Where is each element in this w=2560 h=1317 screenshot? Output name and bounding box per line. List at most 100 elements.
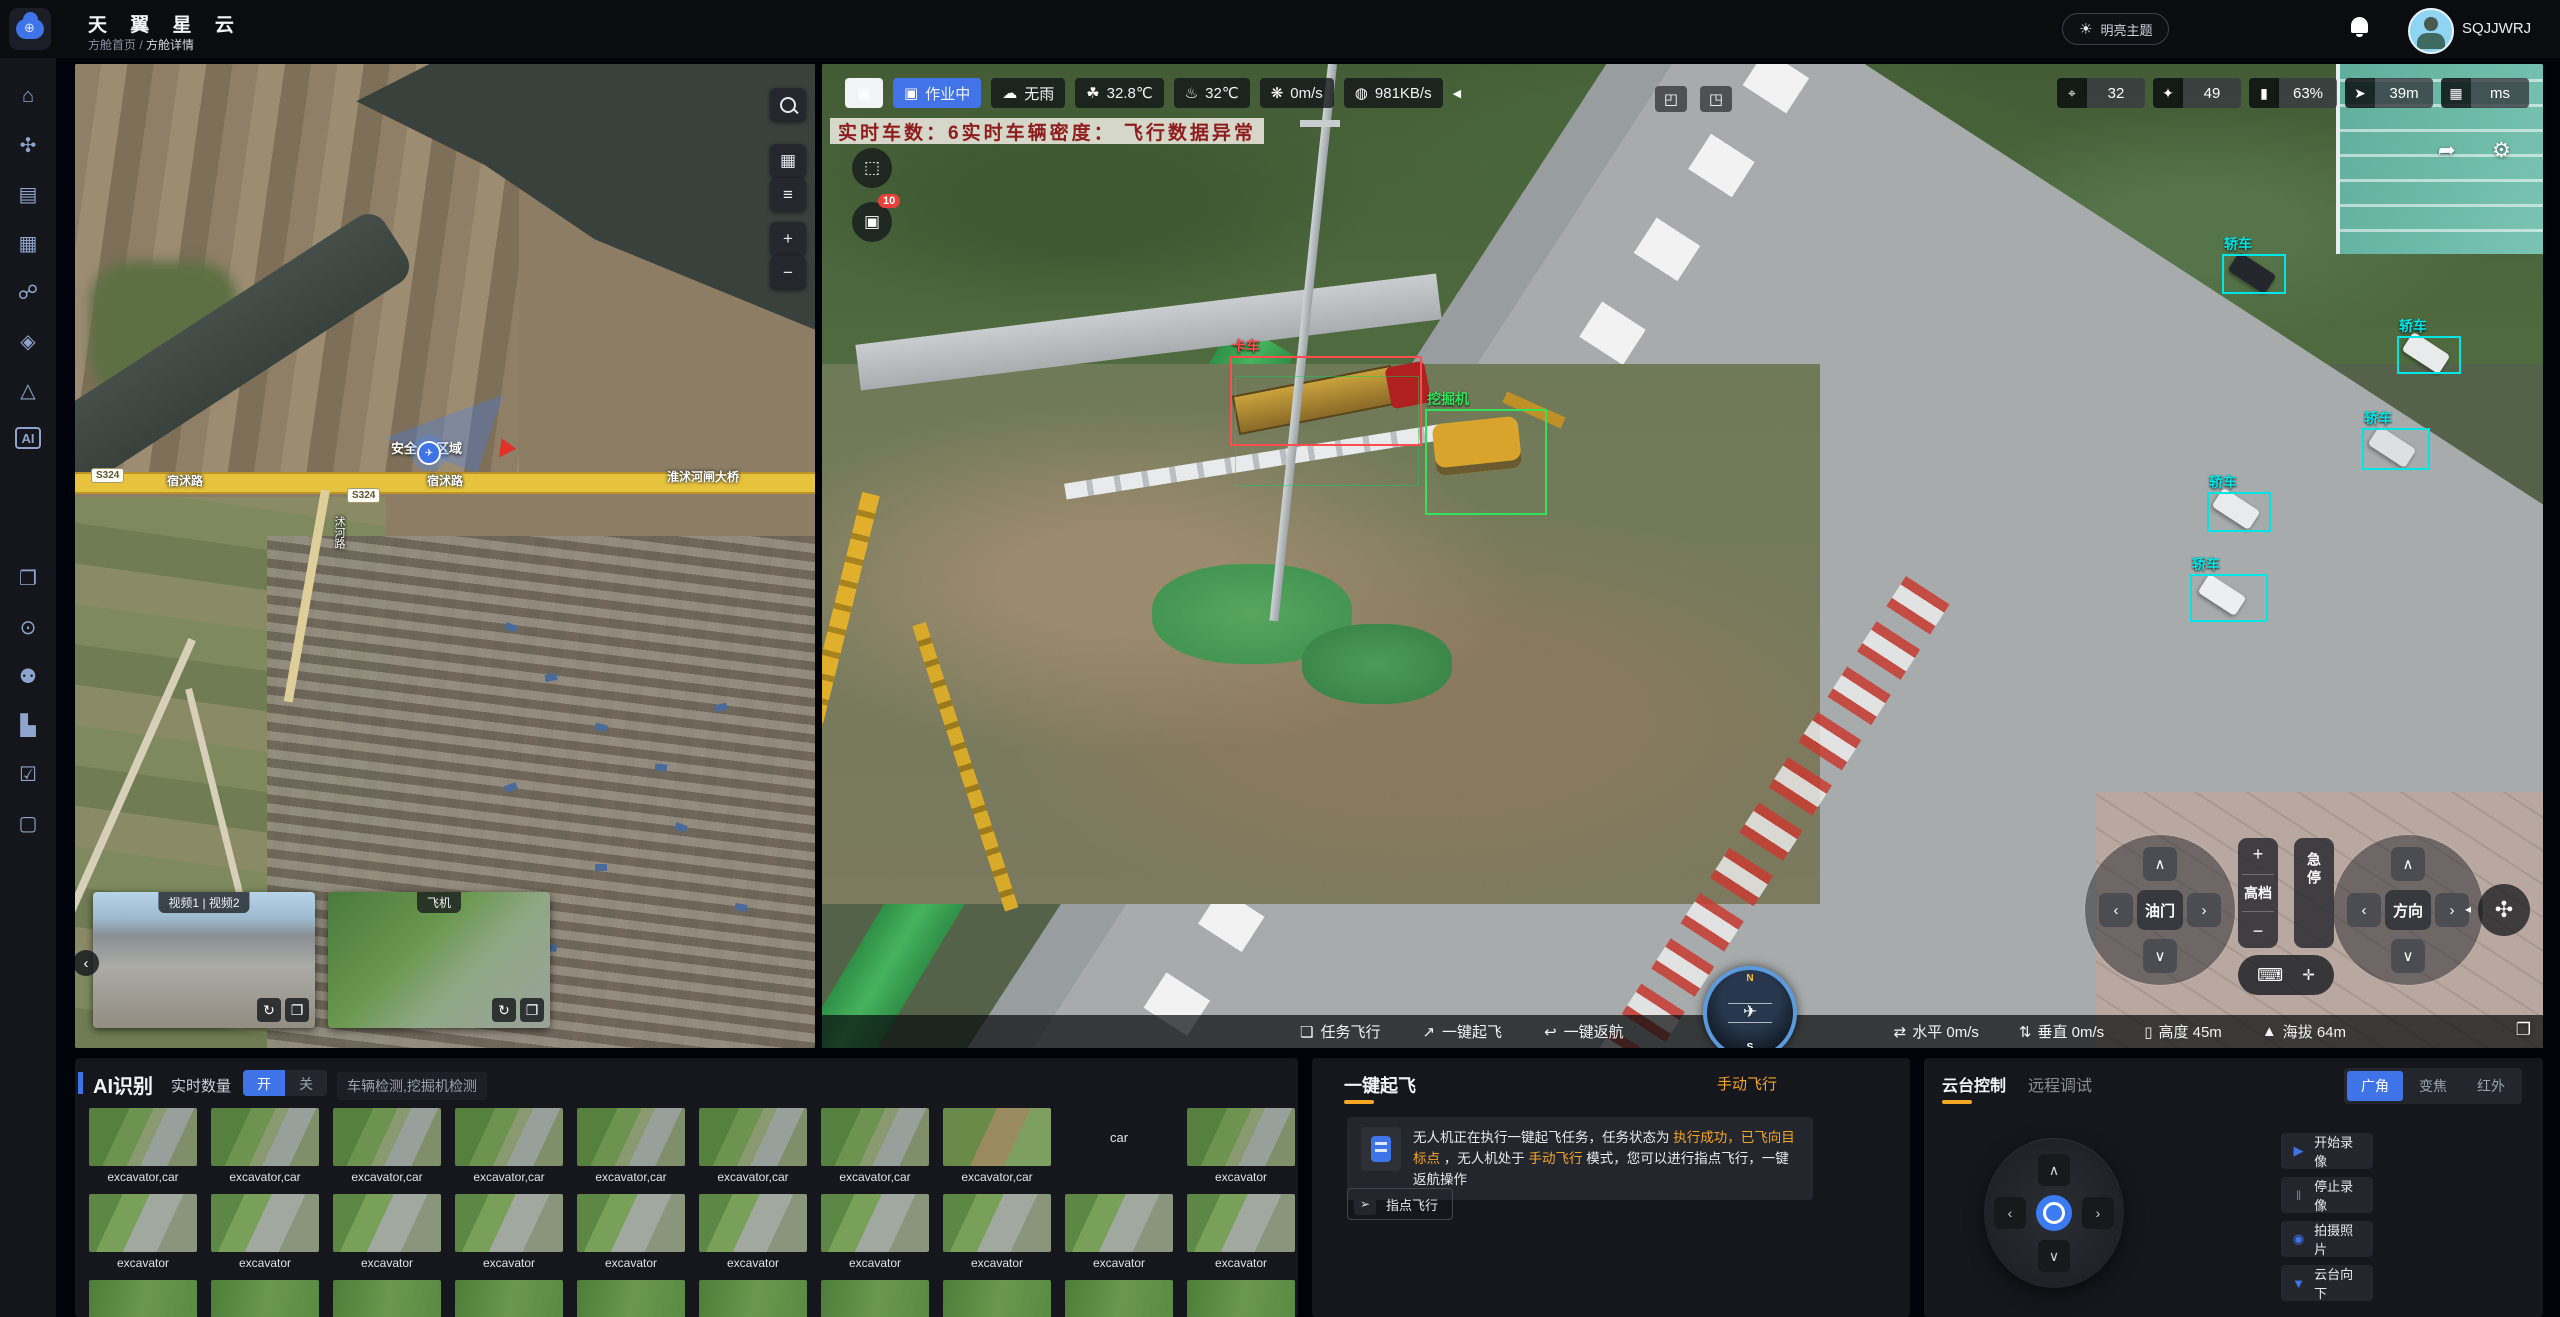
ai-result-item[interactable]: [937, 1280, 1057, 1317]
ai-result-item[interactable]: excavator: [327, 1194, 447, 1280]
stop-button[interactable]: ‖停止录像: [2281, 1177, 2373, 1213]
sidebar-item-flight-history[interactable]: ⊙: [16, 615, 40, 639]
video-fullscreen-icon[interactable]: ❐: [2516, 1020, 2531, 1040]
ai-result-item[interactable]: excavator,car: [449, 1108, 569, 1194]
sidebar-item-media-library[interactable]: ▦: [16, 231, 40, 255]
point-flight-button[interactable]: ➢ 指点飞行: [1347, 1188, 1453, 1220]
ai-result-item[interactable]: car: [1059, 1108, 1179, 1194]
dock-video-thumbnail[interactable]: 视频1 | 视频2 ↻ ❐: [93, 892, 315, 1028]
gimbal-up-button[interactable]: ∧: [2038, 1154, 2070, 1186]
ai-result-item[interactable]: [571, 1280, 691, 1317]
direction-up-button[interactable]: ∧: [2391, 847, 2425, 881]
gear-plus-button[interactable]: +: [2253, 844, 2264, 865]
sidebar-item-device-check[interactable]: ☑: [16, 762, 40, 786]
map-zoom-out-button[interactable]: −: [770, 256, 806, 290]
ai-toggle-off[interactable]: 关: [285, 1070, 327, 1096]
sidebar-item-map-annotation[interactable]: ◈: [16, 329, 40, 353]
ai-result-item[interactable]: excavator: [1181, 1194, 1298, 1280]
ai-detection-filters[interactable]: 车辆检测,挖掘机检测: [337, 1072, 487, 1100]
ai-result-item[interactable]: excavator: [571, 1194, 691, 1280]
ai-result-item[interactable]: excavator,car: [815, 1108, 935, 1194]
throttle-center-button[interactable]: 油门: [2137, 890, 2183, 930]
ai-result-item[interactable]: excavator: [205, 1194, 325, 1280]
ai-result-item[interactable]: [1181, 1280, 1298, 1317]
settings-gear-icon[interactable]: ⚙: [2492, 138, 2511, 163]
ai-result-item[interactable]: excavator: [815, 1194, 935, 1280]
sidebar-item-routes[interactable]: ☍: [16, 280, 40, 304]
ai-result-item[interactable]: excavator: [1181, 1108, 1298, 1194]
share-icon[interactable]: ➦: [2438, 138, 2456, 163]
ai-result-item[interactable]: excavator: [693, 1194, 813, 1280]
gimbal-down-button[interactable]: ▼云台向下: [2281, 1265, 2373, 1301]
ai-toggle-on[interactable]: 开: [243, 1070, 285, 1096]
gimbal-right-button[interactable]: ›: [2082, 1197, 2114, 1229]
sidebar-item-ai-recognition[interactable]: AI: [15, 427, 41, 449]
drone-video-feed[interactable]: 卡车挖掘机轿车轿车轿车轿车轿车 ▣▣作业中☁无雨☘32.8℃♨32℃❋0m/s◍…: [822, 64, 2543, 1048]
refresh-icon[interactable]: ↻: [257, 998, 281, 1022]
gimbal-left-button[interactable]: ‹: [1994, 1197, 2026, 1229]
ai-result-item[interactable]: excavator,car: [693, 1108, 813, 1194]
map-zoom-in-button[interactable]: +: [770, 222, 806, 256]
emergency-stop-button[interactable]: 急停: [2294, 838, 2334, 948]
action-takeoff-button[interactable]: ↗一键起飞: [1422, 1021, 1502, 1042]
sidebar-item-statistics[interactable]: ▙: [16, 713, 40, 737]
tab-gimbal-control[interactable]: 云台控制: [1942, 1072, 2006, 1096]
sidebar-item-home[interactable]: ⌂: [16, 84, 40, 108]
drone-position-marker[interactable]: ✈: [411, 435, 447, 471]
sidebar-item-files[interactable]: ❐: [16, 566, 40, 590]
throttle-right-button[interactable]: ›: [2187, 893, 2221, 927]
map-search-button[interactable]: [770, 88, 806, 122]
breadcrumb-home[interactable]: 方舱首页: [88, 38, 136, 52]
drone-mode-button[interactable]: ✣: [2478, 884, 2530, 936]
map-grid-button[interactable]: ▦: [770, 144, 806, 178]
avatar[interactable]: [2408, 8, 2454, 54]
fullscreen-icon[interactable]: ❐: [520, 998, 544, 1022]
record-button[interactable]: ▶开始录像: [2281, 1133, 2373, 1169]
ai-result-item[interactable]: excavator,car: [937, 1108, 1057, 1194]
direction-down-button[interactable]: ∨: [2391, 939, 2425, 973]
ai-result-item[interactable]: [205, 1280, 325, 1317]
ai-result-item[interactable]: excavator,car: [327, 1108, 447, 1194]
sidebar-item-takeoff[interactable]: △: [16, 378, 40, 402]
status-collapse-arrow[interactable]: ◀: [1453, 87, 1461, 100]
ai-result-item[interactable]: excavator: [449, 1194, 569, 1280]
media-capture-button[interactable]: ▣ 10: [852, 202, 892, 242]
app-logo[interactable]: [9, 8, 51, 50]
gimbal-down-button[interactable]: ∨: [2038, 1240, 2070, 1272]
status-dock-mode-chip[interactable]: ▣作业中: [893, 78, 981, 108]
direction-right-button[interactable]: ›: [2435, 893, 2469, 927]
pip-swap-icon[interactable]: ◰: [1655, 86, 1687, 112]
ai-result-item[interactable]: [449, 1280, 569, 1317]
refresh-icon[interactable]: ↻: [492, 998, 516, 1022]
ai-result-item[interactable]: excavator: [83, 1194, 203, 1280]
ai-result-item[interactable]: excavator,car: [571, 1108, 691, 1194]
ai-result-item[interactable]: [1059, 1280, 1179, 1317]
ai-result-item[interactable]: [327, 1280, 447, 1317]
ai-result-item[interactable]: excavator: [937, 1194, 1057, 1280]
tab-remote-debug[interactable]: 远程调试: [2028, 1072, 2092, 1096]
throttle-up-button[interactable]: ∧: [2143, 847, 2177, 881]
camera-mode-option[interactable]: 红外: [2463, 1071, 2519, 1101]
action-task-button[interactable]: ❏任务飞行: [1300, 1021, 1380, 1042]
map-layers-button[interactable]: ≡: [770, 178, 806, 212]
ai-result-item[interactable]: [815, 1280, 935, 1317]
dock-video-tabs[interactable]: 视频1 | 视频2: [158, 892, 249, 913]
keyboard-icon[interactable]: ⌨: [2257, 965, 2283, 986]
joystick-icon[interactable]: ✛: [2302, 966, 2315, 984]
pip-camera-icon[interactable]: ◳: [1700, 86, 1732, 112]
fullscreen-icon[interactable]: ❐: [285, 998, 309, 1022]
ai-result-item[interactable]: excavator: [1059, 1194, 1179, 1280]
gear-minus-button[interactable]: −: [2253, 921, 2264, 942]
photo-button[interactable]: ◉拍摄照片: [2281, 1221, 2373, 1257]
sidebar-item-storage[interactable]: ▢: [16, 811, 40, 835]
controls-collapse-arrow[interactable]: ◂: [2465, 902, 2471, 916]
ai-result-item[interactable]: excavator,car: [83, 1108, 203, 1194]
notifications-bell-icon[interactable]: [2348, 17, 2370, 41]
camera-mode-active[interactable]: 广角: [2347, 1071, 2403, 1101]
sidebar-item-operators[interactable]: ⚉: [16, 664, 40, 688]
region-select-button[interactable]: ⬚: [852, 148, 892, 188]
throttle-down-button[interactable]: ∨: [2143, 939, 2177, 973]
status-capture-chip[interactable]: ▣: [845, 78, 883, 108]
sidebar-item-dock[interactable]: ▤: [16, 182, 40, 206]
ai-result-item[interactable]: [83, 1280, 203, 1317]
